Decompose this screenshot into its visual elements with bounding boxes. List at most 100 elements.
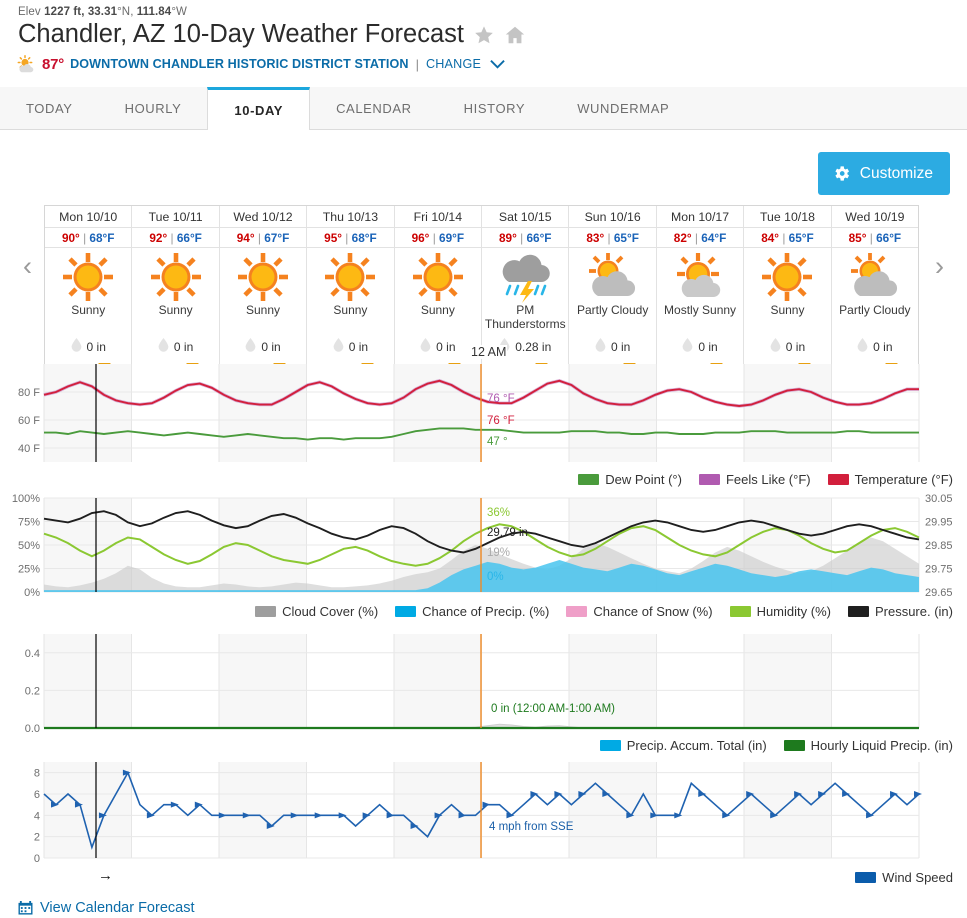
cursor-time-label: 12 AM [470, 345, 508, 359]
svg-text:29.79 in: 29.79 in [487, 527, 528, 539]
forecast-low: 67°F [264, 231, 290, 245]
svg-text:25%: 25% [18, 564, 40, 576]
legend-swatch [255, 606, 277, 617]
forecast-day-column[interactable]: Mon 10/17 82° | 64°F Mostly Sunny 0 in [656, 206, 745, 370]
tab-history[interactable]: HISTORY [438, 87, 552, 129]
next-days-arrow[interactable]: › [935, 253, 944, 280]
forecast-day-column[interactable]: Mon 10/10 90° | 68°F Sunny 0 in [45, 206, 133, 370]
forecast-day-column[interactable]: Sat 10/15 89° | 66°F PM Thunderstorms 0.28… [482, 206, 570, 370]
svg-text:60 F: 60 F [18, 415, 40, 427]
humidity-pressure-legend: Cloud Cover (%) Chance of Precip. (%) Chan… [0, 602, 967, 619]
forecast-temp-separator: | [869, 231, 873, 245]
forecast-precip-value: 0 in [698, 339, 718, 354]
forecast-condition: Sunny [158, 303, 193, 317]
forecast-day-column[interactable]: Thu 10/13 95° | 68°F Sunny 0 in [307, 206, 395, 370]
chevron-down-icon[interactable] [490, 57, 505, 72]
forecast-condition: PM Thunderstorms [484, 303, 566, 331]
temperature-legend: Dew Point (°) Feels Like (°F) Temperature … [0, 470, 967, 487]
cursor-drag-arrow[interactable]: → [98, 868, 113, 883]
latitude-unit: °N, [117, 6, 134, 18]
sunny-icon [307, 248, 393, 304]
forecast-precip-value: 0 in [873, 339, 893, 354]
svg-text:76 °F: 76 °F [487, 415, 515, 427]
forecast-precip: 0 in [569, 334, 655, 355]
forecast-precip: 0 in [395, 334, 481, 355]
legend-item[interactable]: Temperature (°F) [827, 472, 953, 487]
view-calendar-forecast-link[interactable]: View Calendar Forecast [18, 900, 194, 916]
tab-wundermap[interactable]: WUNDERMAP [551, 87, 695, 129]
customize-button[interactable]: Customize [817, 152, 950, 195]
forecast-day-column[interactable]: Wed 10/19 85° | 66°F Partly Cloudy 0 in [831, 206, 919, 370]
legend-item[interactable]: Dew Point (°) [578, 472, 682, 487]
legend-label: Chance of Precip. (%) [422, 604, 550, 619]
forecast-day-column[interactable]: Sun 10/16 83° | 65°F Partly Cloudy 0 in [569, 206, 657, 370]
star-icon[interactable] [473, 24, 495, 46]
forecast-day-column[interactable]: Wed 10/12 94° | 67°F Sunny 0 in [219, 206, 308, 370]
humidity-pressure-chart[interactable]: 100% 75% 50% 25% 0% 30.05 29.95 29.85 29.75 29.65… [0, 492, 967, 619]
wind-legend: Wind Speed [0, 868, 967, 885]
forecast-high: 96° [411, 231, 430, 245]
forecast-high: 95° [324, 231, 342, 245]
forecast-low: 66°F [176, 231, 202, 245]
forecast-date: Mon 10/10 [45, 206, 132, 228]
page-title-row: Chandler, AZ 10-Day Weather Forecast [0, 18, 967, 49]
legend-item[interactable]: Wind Speed [855, 870, 953, 885]
sunny-icon [45, 248, 131, 304]
forecast-day-column[interactable]: Tue 10/11 92° | 66°F Sunny 0 in [132, 206, 220, 370]
forecast-condition: Sunny [246, 303, 281, 317]
forecast-date: Fri 10/14 [394, 206, 482, 228]
forecast-temps: 95° | 68°F [307, 228, 394, 248]
forecast-temps: 94° | 67°F [219, 228, 307, 248]
forecast-low: 66°F [526, 231, 552, 245]
sunny-icon [220, 248, 306, 304]
legend-item[interactable]: Pressure. (in) [847, 604, 953, 619]
home-icon[interactable] [504, 24, 526, 46]
precipitation-chart-svg: 0.4 0.2 0.0 0 in (12:00 AM-1:00 AM) [25, 634, 920, 735]
forecast-day-column[interactable]: Fri 10/14 96° | 69°F Sunny 0 in [394, 206, 483, 370]
forecast-temp-separator: | [170, 231, 174, 245]
legend-swatch [783, 740, 805, 751]
forecast-day-column[interactable]: Tue 10/18 84° | 65°F Sunny 0 in [744, 206, 832, 370]
legend-item[interactable]: Feels Like (°F) [698, 472, 811, 487]
legend-item[interactable]: Chance of Snow (%) [566, 604, 713, 619]
prev-days-arrow[interactable]: ‹ [23, 253, 32, 280]
legend-label: Wind Speed [882, 870, 953, 885]
legend-item[interactable]: Humidity (%) [729, 604, 831, 619]
forecast-temps: 85° | 66°F [831, 228, 919, 248]
rain-drop-icon [595, 338, 606, 355]
tab-hourly[interactable]: HOURLY [99, 87, 208, 129]
legend-item[interactable]: Precip. Accum. Total (in) [599, 738, 767, 753]
forecast-condition: Sunny [420, 303, 455, 317]
station-name[interactable]: DOWNTOWN CHANDLER HISTORIC DISTRICT STAT… [70, 57, 408, 71]
rain-drop-icon [245, 338, 256, 355]
forecast-temp-separator: | [345, 231, 349, 245]
wind-chart[interactable]: 8 6 4 2 0 4 mph from SSE Wind Speed → [0, 758, 967, 885]
legend-swatch [855, 872, 877, 883]
temperature-chart[interactable]: 40 F 60 F 80 F 76 °F 76 °F 47 ° Dew Point (°)… [0, 360, 967, 487]
legend-label: Feels Like (°F) [725, 472, 811, 487]
tab-today[interactable]: TODAY [0, 87, 99, 129]
svg-text:50%: 50% [18, 540, 40, 552]
change-station-link[interactable]: CHANGE [426, 57, 481, 71]
legend-item[interactable]: Cloud Cover (%) [255, 604, 378, 619]
customize-label: Customize [859, 164, 933, 182]
svg-text:2: 2 [34, 832, 40, 844]
sunny-icon [395, 248, 481, 304]
legend-swatch [566, 606, 588, 617]
svg-text:100%: 100% [12, 493, 40, 505]
legend-item[interactable]: Hourly Liquid Precip. (in) [783, 738, 953, 753]
svg-text:29.65: 29.65 [925, 587, 953, 599]
forecast-precip: 0 in [744, 334, 830, 355]
sunny-icon [132, 248, 218, 304]
tab-calendar[interactable]: CALENDAR [310, 87, 438, 129]
partly-cloudy-icon [832, 248, 918, 304]
rain-drop-icon [857, 338, 868, 355]
tab-10-day[interactable]: 10-DAY [207, 87, 311, 131]
forecast-precip: 0 in [307, 334, 393, 355]
forecast-precip-value: 0 in [348, 339, 369, 354]
main-tabs: TODAY HOURLY 10-DAY CALENDAR HISTORY WUN… [0, 87, 967, 131]
legend-item[interactable]: Chance of Precip. (%) [395, 604, 549, 619]
forecast-precip-value: 0 in [261, 339, 281, 354]
precipitation-chart[interactable]: 0.4 0.2 0.0 0 in (12:00 AM-1:00 AM) Precip.… [0, 628, 967, 753]
forecast-precip: 0 in [45, 334, 131, 355]
